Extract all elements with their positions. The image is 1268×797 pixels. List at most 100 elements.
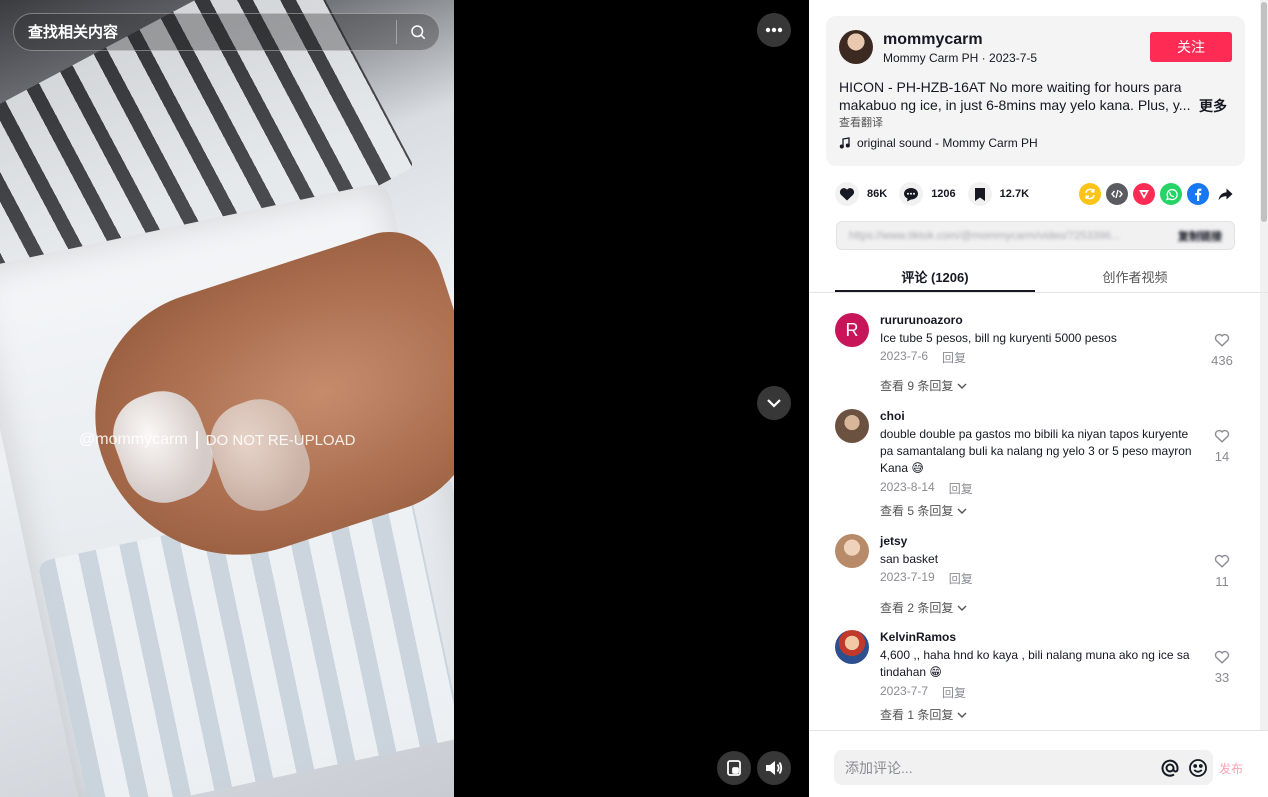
- music-note-icon: [839, 137, 850, 149]
- comment-like-button[interactable]: 11: [1209, 554, 1235, 589]
- next-video-button[interactable]: [757, 386, 791, 420]
- comment-username[interactable]: rururunoazoro: [880, 313, 963, 327]
- description-more-link[interactable]: 更多: [1199, 96, 1227, 116]
- view-replies-button[interactable]: 查看 5 条回复: [880, 502, 967, 519]
- more-dots-icon: [765, 27, 783, 33]
- comment-like-button[interactable]: 436: [1209, 333, 1235, 368]
- scrollbar-thumb[interactable]: [1261, 2, 1267, 222]
- chevron-down-icon: [767, 399, 781, 408]
- author-username[interactable]: mommycarm: [883, 31, 983, 49]
- panel-tabs: 评论 (1206) 创作者视频: [835, 258, 1235, 292]
- comment-text: double double pa gastos mo bibili ka niy…: [880, 427, 1192, 475]
- comment-like-count: 436: [1211, 353, 1233, 368]
- video-link-bar[interactable]: https://www.tiktok.com/@mommycarm/video/…: [836, 221, 1235, 250]
- comment-text: san basket: [880, 552, 939, 566]
- search-button[interactable]: [397, 13, 439, 51]
- comment-button[interactable]: 1206: [899, 182, 956, 206]
- follow-button[interactable]: 关注: [1150, 32, 1232, 62]
- comment-item: KelvinRamos 4,600 ,, haha hnd ko kaya , …: [835, 630, 1235, 724]
- comment-input[interactable]: [834, 759, 1157, 776]
- save-button[interactable]: 12.7K: [967, 182, 1030, 206]
- comment-username[interactable]: jetsy: [880, 534, 907, 548]
- volume-button[interactable]: [757, 751, 791, 785]
- search-icon: [411, 25, 426, 40]
- comment-avatar[interactable]: [835, 630, 869, 664]
- author-avatar[interactable]: [839, 30, 873, 64]
- heart-outline-icon: [1214, 650, 1230, 664]
- more-options-button[interactable]: [757, 13, 791, 47]
- like-button[interactable]: 86K: [835, 182, 887, 206]
- picture-in-picture-icon: [727, 760, 741, 776]
- comment-like-button[interactable]: 14: [1209, 429, 1235, 464]
- reply-button[interactable]: 回复: [949, 570, 973, 587]
- bookmark-icon: [967, 182, 992, 206]
- video-frame[interactable]: @mommycarm DO NOT RE-UPLOAD: [0, 0, 454, 797]
- reply-button[interactable]: 回复: [942, 684, 966, 701]
- tab-comments[interactable]: 评论 (1206): [835, 258, 1035, 292]
- comment-meta: 2023-7-7 回复: [880, 684, 966, 701]
- comment-like-button[interactable]: 33: [1209, 650, 1235, 685]
- mention-icon[interactable]: [1157, 755, 1183, 781]
- whatsapp-icon[interactable]: [1160, 183, 1182, 205]
- heart-outline-icon: [1214, 333, 1230, 347]
- comment-text: Ice tube 5 pesos, bill ng kuryenti 5000 …: [880, 331, 1117, 345]
- comment-avatar[interactable]: [835, 534, 869, 568]
- pip-button[interactable]: [717, 751, 751, 785]
- comment-avatar[interactable]: R: [835, 313, 869, 347]
- heart-outline-icon: [1214, 429, 1230, 443]
- comment-meta: 2023-7-19 回复: [880, 570, 973, 587]
- repost-icon[interactable]: [1079, 183, 1101, 205]
- view-replies-button[interactable]: 查看 9 条回复: [880, 377, 967, 394]
- translate-link[interactable]: 查看翻译: [839, 114, 883, 130]
- save-count: 12.7K: [999, 188, 1030, 200]
- detail-panel: mommycarm Mommy Carm PH · 2023-7-5 关注 HI…: [809, 0, 1268, 797]
- video-info-card: mommycarm Mommy Carm PH · 2023-7-5 关注 HI…: [826, 16, 1245, 166]
- search-input[interactable]: [14, 23, 396, 41]
- video-player[interactable]: @mommycarm DO NOT RE-UPLOAD: [0, 0, 809, 797]
- comment-meta: 2023-8-14 回复: [880, 480, 973, 497]
- chevron-down-icon: [957, 712, 967, 718]
- comment-username[interactable]: KelvinRamos: [880, 630, 956, 644]
- scrollbar[interactable]: [1260, 0, 1268, 797]
- comment-username[interactable]: choi: [880, 409, 905, 423]
- author-display-name: Mommy Carm PH: [883, 51, 979, 65]
- comment-date: 2023-7-19: [880, 570, 935, 584]
- chevron-down-icon: [957, 508, 967, 514]
- comment-avatar[interactable]: [835, 409, 869, 443]
- copy-link-button[interactable]: 复制链接: [1178, 228, 1222, 244]
- comment-meta: 2023-7-6 回复: [880, 349, 966, 366]
- comment-like-count: 14: [1214, 449, 1230, 464]
- music-title: original sound - Mommy Carm PH: [857, 136, 1038, 150]
- comment-text: 4,600 ,, haha hnd ko kaya , bili nalang …: [880, 648, 1190, 679]
- comment-date: 2023-7-6: [880, 349, 929, 363]
- heart-outline-icon: [1214, 554, 1230, 568]
- facebook-icon[interactable]: [1187, 183, 1209, 205]
- view-replies-button[interactable]: 查看 2 条回复: [880, 599, 967, 616]
- comment-input-box[interactable]: [834, 750, 1213, 785]
- volume-icon: [766, 761, 783, 775]
- view-replies-button[interactable]: 查看 1 条回复: [880, 706, 967, 723]
- comment-bubble-icon: [899, 182, 924, 206]
- tab-creator-videos[interactable]: 创作者视频: [1035, 258, 1235, 292]
- reply-button[interactable]: 回复: [942, 349, 966, 366]
- reply-button[interactable]: 回复: [949, 480, 973, 497]
- video-link-url[interactable]: https://www.tiktok.com/@mommycarm/video/…: [849, 230, 1149, 242]
- search-bar: [13, 13, 440, 51]
- heart-icon: [835, 182, 859, 206]
- emoji-icon[interactable]: [1185, 755, 1211, 781]
- comment-date: 2023-7-7: [880, 684, 929, 698]
- share-row: [1079, 183, 1236, 205]
- chevron-down-icon: [957, 383, 967, 389]
- music-link[interactable]: original sound - Mommy Carm PH: [839, 136, 1038, 150]
- comment-date: 2023-8-14: [880, 480, 935, 494]
- send-icon[interactable]: [1133, 183, 1155, 205]
- like-count: 86K: [867, 188, 888, 200]
- post-comment-button[interactable]: 发布: [1219, 760, 1243, 777]
- embed-icon[interactable]: [1106, 183, 1128, 205]
- share-arrow-icon[interactable]: [1214, 183, 1236, 205]
- watermark-user: @mommycarm: [79, 431, 188, 448]
- comment-item: choi double double pa gastos mo bibili k…: [835, 409, 1235, 519]
- view-replies-label: 查看 2 条回复: [880, 601, 954, 615]
- action-row: 86K 1206 12.7K: [835, 180, 1041, 208]
- watermark-note: DO NOT RE-UPLOAD: [205, 431, 356, 449]
